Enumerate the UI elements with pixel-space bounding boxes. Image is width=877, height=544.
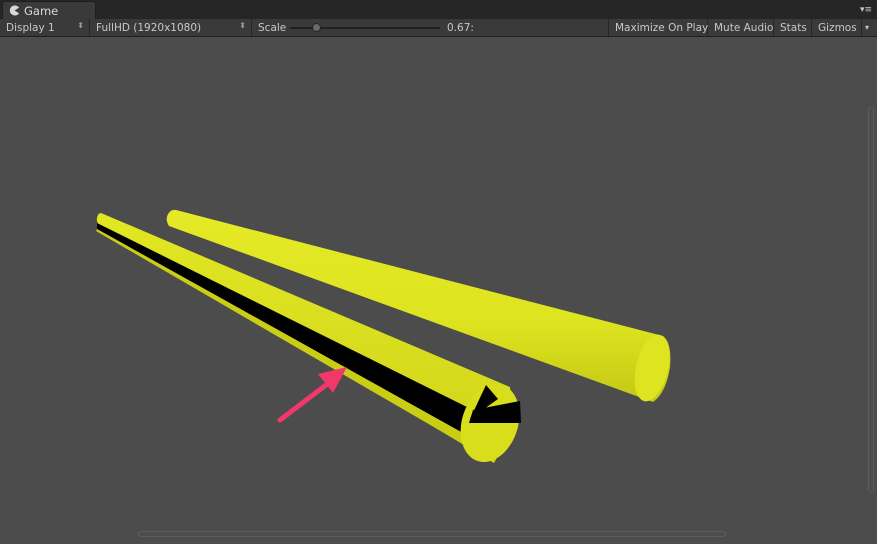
scale-value: 0.67: — [447, 21, 474, 34]
scene-render — [96, 209, 671, 463]
window-menu-icon[interactable]: ▾≡ — [859, 4, 873, 16]
dropdown-arrow-icon: ⬍ — [239, 21, 246, 30]
window-tab-bar: Game ▾≡ — [0, 0, 877, 19]
game-toolbar: Display 1 ⬍ FullHD (1920x1080) ⬍ Scale 0… — [0, 19, 877, 37]
display-label: Display 1 — [6, 21, 55, 34]
display-dropdown[interactable]: Display 1 ⬍ — [0, 19, 90, 36]
maximize-label: Maximize On Play — [615, 21, 709, 34]
maximize-on-play-toggle[interactable]: Maximize On Play — [608, 19, 708, 36]
gizmos-toggle[interactable]: Gizmos — [812, 19, 862, 36]
scale-label: Scale — [258, 21, 287, 34]
dropdown-arrow-icon: ⬍ — [77, 21, 84, 30]
resolution-dropdown[interactable]: FullHD (1920x1080) ⬍ — [90, 19, 252, 36]
mute-label: Mute Audio — [714, 21, 774, 34]
pink-arrow — [277, 367, 347, 423]
scale-slider-thumb[interactable] — [311, 23, 321, 32]
gizmos-dropdown[interactable]: ▾ — [862, 19, 877, 36]
dropdown-arrow-icon: ▾ — [865, 23, 870, 32]
pacman-icon — [9, 5, 20, 16]
gizmos-label: Gizmos — [818, 21, 857, 34]
stats-label: Stats — [780, 21, 807, 34]
tab-label: Game — [24, 3, 59, 18]
game-viewport[interactable] — [0, 37, 877, 544]
horizontal-scrollbar[interactable] — [138, 531, 726, 537]
stats-toggle[interactable]: Stats — [774, 19, 812, 36]
vertical-scrollbar[interactable] — [868, 107, 874, 492]
resolution-label: FullHD (1920x1080) — [96, 21, 202, 34]
tab-game[interactable]: Game — [2, 1, 96, 19]
mute-audio-toggle[interactable]: Mute Audio — [708, 19, 774, 36]
